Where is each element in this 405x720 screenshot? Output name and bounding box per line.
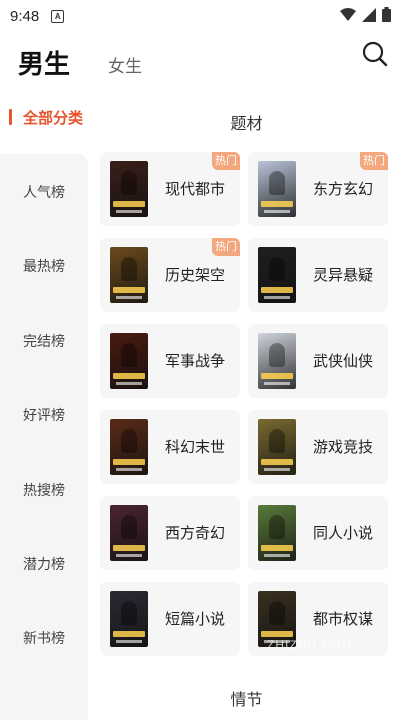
book-cover xyxy=(110,419,148,475)
tab-male[interactable]: 男生 xyxy=(18,44,70,81)
category-card[interactable]: 军事战争 xyxy=(100,324,240,398)
sidebar-item-popular[interactable]: 人气榜 xyxy=(0,182,88,202)
category-card[interactable]: 科幻末世 xyxy=(100,410,240,484)
book-cover xyxy=(110,247,148,303)
category-label: 历史架空 xyxy=(165,266,226,284)
book-cover xyxy=(258,419,296,475)
category-label: 西方奇幻 xyxy=(165,524,226,542)
ranking-list: 人气榜 最热榜 完结榜 好评榜 热搜榜 潜力榜 新书榜 xyxy=(0,154,88,720)
watermark: ZHIZHU.COM xyxy=(267,638,353,652)
category-label: 科幻末世 xyxy=(165,438,226,456)
category-card[interactable]: 短篇小说 xyxy=(100,582,240,656)
book-cover xyxy=(258,161,296,217)
book-cover xyxy=(110,333,148,389)
sidebar-item-hottest[interactable]: 最热榜 xyxy=(0,256,88,276)
section-title-plot: 情节 xyxy=(230,690,263,709)
hot-badge: 热门 xyxy=(212,238,240,256)
category-card[interactable]: 现代都市 热门 xyxy=(100,152,240,226)
sidebar-item-top-rated[interactable]: 好评榜 xyxy=(0,405,88,425)
hot-badge: 热门 xyxy=(212,152,240,170)
category-label: 灵异悬疑 xyxy=(313,266,374,284)
section-title-theme: 题材 xyxy=(230,114,263,133)
active-indicator xyxy=(9,109,12,125)
sidebar-item-trending-search[interactable]: 热搜榜 xyxy=(0,480,88,500)
status-time: 9:48 xyxy=(10,7,40,25)
category-label: 东方玄幻 xyxy=(313,180,374,198)
category-label: 武侠仙侠 xyxy=(313,352,374,370)
status-bar: 9:48 A xyxy=(0,0,405,32)
sidebar-item-new-books[interactable]: 新书榜 xyxy=(0,628,88,648)
category-label: 都市权谋 xyxy=(313,610,374,628)
category-card[interactable]: 武侠仙侠 xyxy=(248,324,388,398)
book-cover xyxy=(258,505,296,561)
category-card[interactable]: 西方奇幻 xyxy=(100,496,240,570)
hot-badge: 热门 xyxy=(360,152,388,170)
sidebar-item-completed[interactable]: 完结榜 xyxy=(0,331,88,351)
search-icon[interactable] xyxy=(361,40,389,68)
book-cover xyxy=(110,161,148,217)
category-card[interactable]: 历史架空 热门 xyxy=(100,238,240,312)
book-cover xyxy=(258,247,296,303)
book-cover xyxy=(110,505,148,561)
notification-icon: A xyxy=(51,9,65,23)
category-label: 现代都市 xyxy=(165,180,226,198)
book-cover xyxy=(258,333,296,389)
category-card[interactable]: 游戏竞技 xyxy=(248,410,388,484)
category-label: 游戏竞技 xyxy=(313,438,374,456)
signal-icon xyxy=(362,7,376,22)
wifi-icon xyxy=(340,7,356,21)
category-label: 短篇小说 xyxy=(165,610,226,628)
top-header: 男生 女生 xyxy=(0,34,405,94)
category-label: 军事战争 xyxy=(165,352,226,370)
battery-icon xyxy=(382,7,391,22)
book-cover xyxy=(110,591,148,647)
category-grid: 题材 现代都市 热门 东方玄幻 热门 历史架空 热门 灵异悬疑 军事战争 武侠仙… xyxy=(88,98,405,720)
category-card[interactable]: 灵异悬疑 xyxy=(248,238,388,312)
status-indicators xyxy=(340,7,391,22)
category-label: 同人小说 xyxy=(313,524,374,542)
tab-female[interactable]: 女生 xyxy=(108,52,142,77)
sidebar-item-all[interactable]: 全部分类 xyxy=(0,98,88,136)
sidebar-item-label: 全部分类 xyxy=(23,108,84,127)
category-card[interactable]: 东方玄幻 热门 xyxy=(248,152,388,226)
category-card[interactable]: 同人小说 xyxy=(248,496,388,570)
sidebar-item-potential[interactable]: 潜力榜 xyxy=(0,554,88,574)
category-sidebar: 全部分类 人气榜 最热榜 完结榜 好评榜 热搜榜 潜力榜 新书榜 xyxy=(0,98,88,720)
